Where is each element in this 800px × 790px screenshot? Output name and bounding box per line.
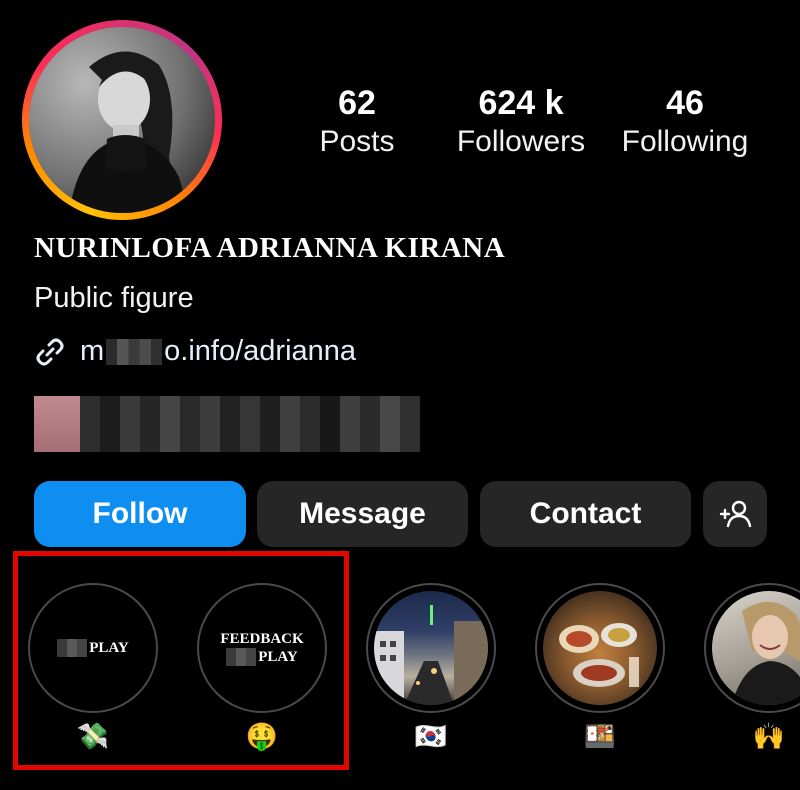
link-icon [36, 338, 64, 365]
highlight-title-4: 🍱 [583, 722, 617, 752]
highlight-cover-image [543, 591, 657, 705]
posts-label: Posts [319, 125, 395, 158]
followers-count: 624 k [478, 84, 564, 122]
highlight-cover-image [374, 591, 488, 705]
highlight-title-3: 🇰🇷 [414, 722, 448, 752]
highlight-title-2: 🤑 [245, 722, 279, 752]
avatar[interactable] [29, 27, 215, 213]
profile-display-name: NURINLOFA ADRIANNA KIRANA [34, 232, 506, 264]
censored-region [106, 339, 163, 366]
story-highlight-3[interactable] [366, 583, 496, 713]
follow-button[interactable]: Follow [34, 481, 246, 547]
censored-region [226, 648, 257, 666]
followers-label: Followers [456, 125, 586, 158]
link-url-prefix: m [80, 335, 105, 367]
posts-count: 62 [338, 84, 376, 122]
highlight-cover-text: PLAY [226, 648, 298, 666]
highlight-title-1: 💸 [76, 722, 110, 752]
followers-stat[interactable]: 624 k Followers [436, 84, 606, 162]
link-url-suffix: o.info/adrianna [164, 335, 357, 367]
city-night-image [374, 605, 488, 705]
add-person-icon [719, 500, 752, 528]
censored-region [57, 639, 88, 657]
avatar-portrait [29, 27, 215, 213]
bio-link[interactable]: m o.info/adrianna [34, 335, 356, 368]
profile-category: Public figure [34, 282, 194, 314]
story-highlight-1[interactable]: PLAY [28, 583, 158, 713]
suggested-accounts-button[interactable] [703, 481, 767, 547]
censored-bio-line [34, 396, 420, 452]
highlight-cover: PLAY [36, 591, 150, 705]
following-count: 46 [666, 84, 704, 122]
posts-stat[interactable]: 62 Posts [272, 84, 442, 162]
highlight-cover-label: PLAY [258, 649, 298, 665]
message-button[interactable]: Message [257, 481, 468, 547]
story-highlight-5[interactable] [704, 583, 800, 713]
food-table-image [559, 623, 639, 687]
following-stat[interactable]: 46 Following [600, 84, 770, 162]
following-label: Following [621, 125, 749, 158]
story-highlight-4[interactable] [535, 583, 665, 713]
highlight-cover-image [712, 591, 800, 705]
highlight-title-5: 🙌 [752, 722, 786, 752]
highlight-cover-label: PLAY [89, 640, 129, 656]
contact-button[interactable]: Contact [480, 481, 691, 547]
highlight-cover-line1: FEEDBACK [220, 631, 304, 647]
link-url[interactable]: m o.info/adrianna [80, 335, 356, 368]
woman-portrait-image [732, 601, 800, 705]
story-highlight-2[interactable]: FEEDBACK PLAY [197, 583, 327, 713]
highlight-cover: FEEDBACK PLAY [205, 591, 319, 705]
highlight-cover-text: PLAY [57, 639, 129, 657]
profile-avatar-ring[interactable] [22, 20, 222, 220]
